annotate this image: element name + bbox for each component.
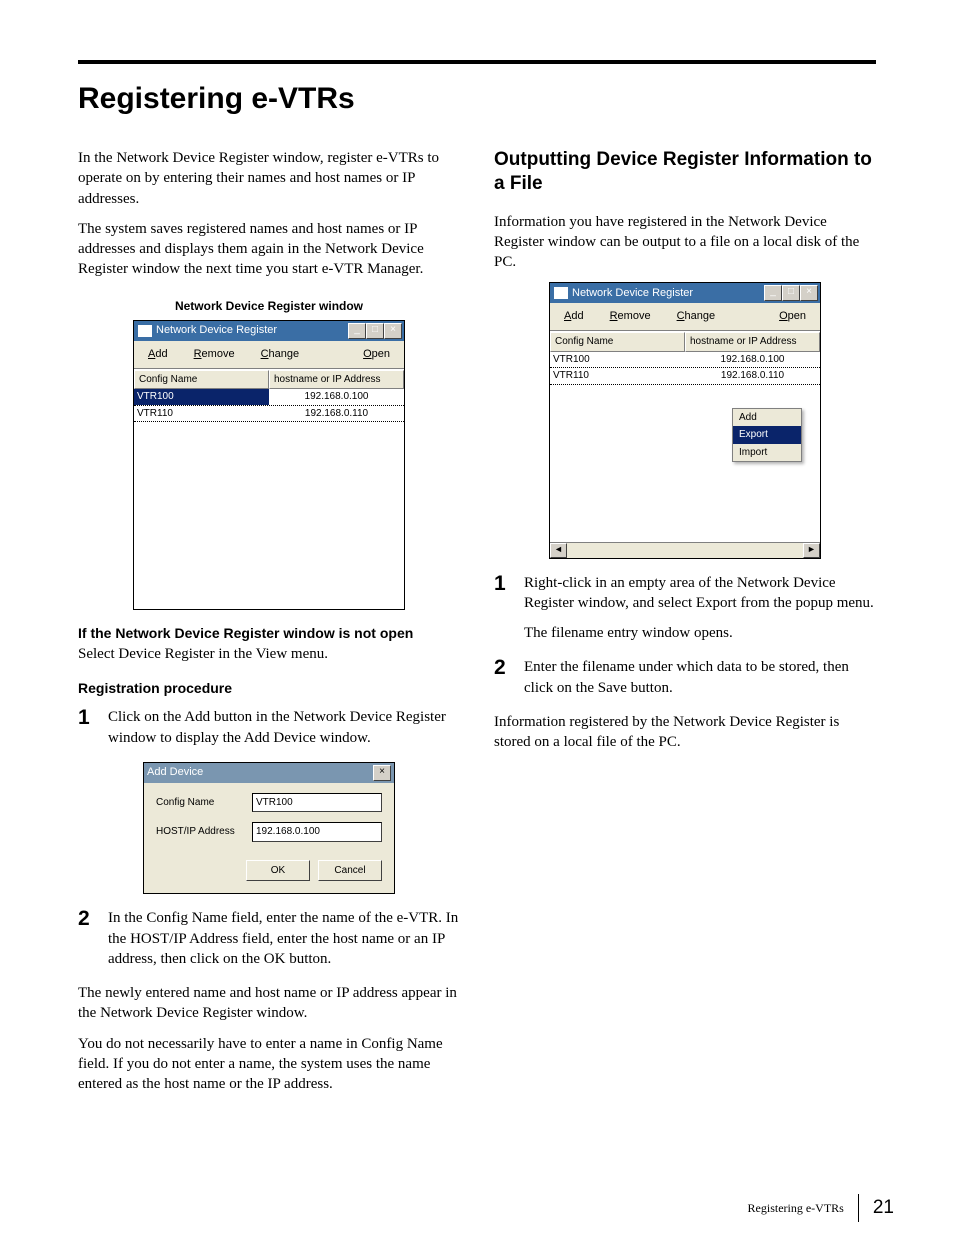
window2-toolbar: Add Remove Change Open xyxy=(550,303,820,331)
left-column: In the Network Device Register window, r… xyxy=(78,148,460,1104)
page-title: Registering e-VTRs xyxy=(78,82,876,116)
grid-body[interactable]: VTR100 192.168.0.100 VTR110 192.168.0.11… xyxy=(134,389,404,609)
page-number: 21 xyxy=(873,1197,894,1219)
change-button[interactable]: Change xyxy=(253,345,308,364)
add-button[interactable]: Add xyxy=(140,345,176,364)
table-row[interactable]: VTR100 192.168.0.100 xyxy=(134,389,404,406)
open-button[interactable]: Open xyxy=(355,345,398,364)
page-footer: Registering e-VTRs 21 xyxy=(748,1194,894,1222)
right-step-1a: Right-click in an empty area of the Netw… xyxy=(524,573,876,614)
add-device-dialog: Add Device × Config Name VTR100 HOST/IP … xyxy=(143,762,395,895)
host-ip-input[interactable]: 192.168.0.100 xyxy=(252,822,382,842)
left-step-2: In the Config Name field, enter the name… xyxy=(108,908,460,969)
right-column: Outputting Device Register Information t… xyxy=(494,148,876,1104)
remove-button[interactable]: Remove xyxy=(186,345,243,364)
window1-title-text: Network Device Register xyxy=(156,323,277,338)
horizontal-scrollbar[interactable]: ◄ ► xyxy=(550,542,820,558)
table-row[interactable]: VTR110 192.168.0.110 xyxy=(550,368,820,385)
window1-titlebar: Network Device Register _ □ × xyxy=(134,321,404,341)
context-menu-import[interactable]: Import xyxy=(733,444,801,462)
col-hostname[interactable]: hostname or IP Address xyxy=(685,332,820,352)
window1-caption: Network Device Register window xyxy=(78,298,460,314)
top-rule xyxy=(78,60,876,64)
add-device-titlebar: Add Device × xyxy=(144,763,394,783)
context-menu: Add Export Import xyxy=(732,408,802,463)
right-section-title: Outputting Device Register Information t… xyxy=(494,148,876,196)
registration-procedure-head: Registration procedure xyxy=(78,679,460,698)
intro-paragraph-1: In the Network Device Register window, r… xyxy=(78,148,460,209)
host-ip-label: HOST/IP Address xyxy=(156,825,246,839)
scroll-left-icon[interactable]: ◄ xyxy=(550,543,567,558)
close-button[interactable]: × xyxy=(800,285,818,301)
left-step-1: Click on the Add button in the Network D… xyxy=(108,707,460,748)
not-open-paragraph: If the Network Device Register window is… xyxy=(78,624,460,665)
right-after: Information registered by the Network De… xyxy=(494,712,876,753)
remove-button[interactable]: Remove xyxy=(602,307,659,326)
step-number-2: 2 xyxy=(78,908,98,969)
col-config-name[interactable]: Config Name xyxy=(134,370,269,390)
open-button[interactable]: Open xyxy=(771,307,814,326)
step-number-2: 2 xyxy=(494,657,514,698)
window1-toolbar: Add Remove Change Open xyxy=(134,341,404,369)
app-icon xyxy=(138,325,152,337)
step-number-1: 1 xyxy=(494,573,514,644)
maximize-button[interactable]: □ xyxy=(366,323,384,339)
col-config-name[interactable]: Config Name xyxy=(550,332,685,352)
minimize-button[interactable]: _ xyxy=(764,285,782,301)
close-icon[interactable]: × xyxy=(373,765,391,781)
footer-label: Registering e-VTRs xyxy=(748,1201,844,1216)
app-icon xyxy=(554,287,568,299)
add-button[interactable]: Add xyxy=(556,307,592,326)
not-open-head: If the Network Device Register window is… xyxy=(78,625,413,641)
left-after-2: You do not necessarily have to enter a n… xyxy=(78,1034,460,1095)
change-button[interactable]: Change xyxy=(669,307,724,326)
config-name-label: Config Name xyxy=(156,796,246,810)
scroll-right-icon[interactable]: ► xyxy=(803,543,820,558)
ok-button[interactable]: OK xyxy=(246,860,310,882)
footer-divider xyxy=(858,1194,859,1222)
right-step-1b: The filename entry window opens. xyxy=(524,623,876,643)
grid-header-2: Config Name hostname or IP Address xyxy=(550,331,820,352)
table-row[interactable]: VTR110 192.168.0.110 xyxy=(134,406,404,423)
col-hostname[interactable]: hostname or IP Address xyxy=(269,370,404,390)
right-intro: Information you have registered in the N… xyxy=(494,212,876,273)
grid-header: Config Name hostname or IP Address xyxy=(134,369,404,390)
intro-paragraph-2: The system saves registered names and ho… xyxy=(78,219,460,280)
add-device-title: Add Device xyxy=(147,765,203,781)
table-row[interactable]: VTR100 192.168.0.100 xyxy=(550,352,820,369)
network-device-register-window-2: Network Device Register _ □ × Add Remove… xyxy=(549,282,821,558)
maximize-button[interactable]: □ xyxy=(782,285,800,301)
context-menu-export[interactable]: Export xyxy=(733,426,801,444)
grid-body-2[interactable]: VTR100 192.168.0.100 VTR110 192.168.0.11… xyxy=(550,352,820,542)
network-device-register-window: Network Device Register _ □ × Add Remove… xyxy=(133,320,405,610)
step-number-1: 1 xyxy=(78,707,98,748)
not-open-body: Select Device Register in the View menu. xyxy=(78,646,328,662)
close-button[interactable]: × xyxy=(384,323,402,339)
window2-titlebar: Network Device Register _ □ × xyxy=(550,283,820,303)
minimize-button[interactable]: _ xyxy=(348,323,366,339)
config-name-input[interactable]: VTR100 xyxy=(252,793,382,813)
left-after-1: The newly entered name and host name or … xyxy=(78,983,460,1024)
cancel-button[interactable]: Cancel xyxy=(318,860,382,882)
context-menu-add[interactable]: Add xyxy=(733,409,801,427)
right-step-2: Enter the filename under which data to b… xyxy=(524,657,876,698)
window2-title-text: Network Device Register xyxy=(572,286,693,301)
